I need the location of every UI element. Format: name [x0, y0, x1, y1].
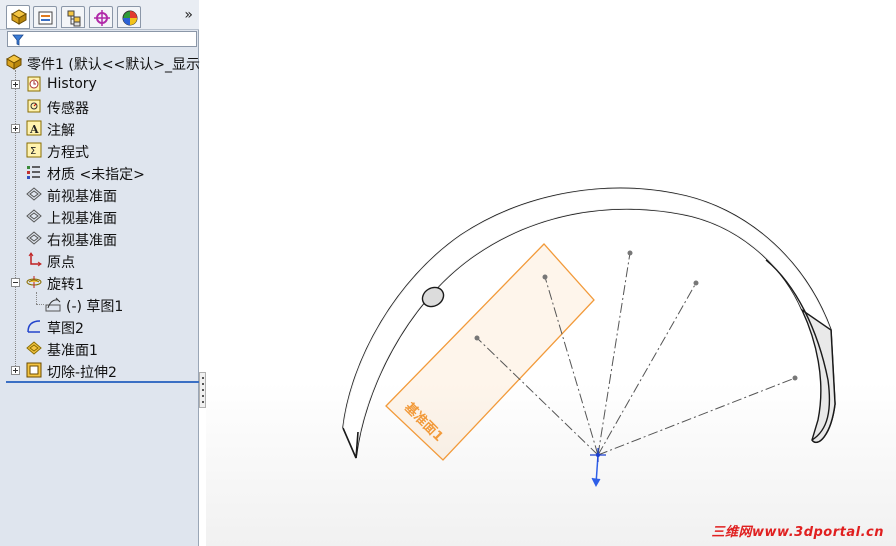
expand-icon[interactable] [11, 366, 20, 375]
tree-item-sketch1[interactable]: (-) 草图1 [0, 293, 199, 315]
tree-item-label: 上视基准面 [47, 211, 117, 227]
expand-icon[interactable] [11, 124, 20, 133]
dimxpert-manager-icon [94, 10, 110, 26]
plane-selected-icon [26, 341, 42, 355]
feature-manager-panel: » 零件1 (默认<<默认>_显示 History 传感器 A 注解 Σ 方程式… [0, 0, 201, 546]
plane1-label: 基准面1 [400, 402, 446, 442]
tree-item-label: 注解 [47, 123, 75, 139]
part-icon [6, 54, 22, 70]
graphics-area[interactable]: 基准面1 三维网www.3dportal.cn [206, 0, 896, 546]
tab-dimxpert-manager[interactable] [89, 6, 113, 28]
expand-icon[interactable] [11, 80, 20, 89]
svg-text:Σ: Σ [30, 146, 36, 157]
collapse-icon[interactable] [11, 278, 20, 287]
equations-icon: Σ [26, 142, 42, 158]
tree-item-annotations[interactable]: A 注解 [0, 117, 199, 139]
tab-configuration-manager[interactable] [61, 6, 85, 28]
tree-item-sketch2[interactable]: 草图2 [0, 315, 199, 337]
tree-filter-field[interactable] [7, 31, 197, 47]
cut-extrude-icon [26, 362, 42, 378]
overflow-chevron-icon[interactable]: » [184, 7, 193, 23]
tab-property-manager[interactable] [33, 6, 57, 28]
plane-icon [26, 209, 42, 223]
tree-item-label: 前视基准面 [47, 189, 117, 205]
tree-item-sensors[interactable]: 传感器 [0, 95, 199, 117]
tree-item-label: 切除-拉伸2 [47, 365, 117, 381]
tree-connector-line [36, 304, 44, 305]
watermark: 三维网www.3dportal.cn [711, 525, 884, 540]
model-view[interactable] [206, 0, 896, 546]
tree-item-cut-extrude2[interactable]: 切除-拉伸2 [0, 359, 199, 381]
revolve-icon [26, 276, 42, 288]
tab-feature-manager[interactable] [6, 5, 30, 29]
sensor-icon [27, 99, 41, 113]
plane-icon [26, 187, 42, 201]
origin-triad-icon [590, 448, 606, 488]
plane-icon [26, 231, 42, 245]
material-icon [27, 166, 40, 179]
tree-item-material[interactable]: 材质 <未指定> [0, 161, 199, 183]
solidworks-window: » 零件1 (默认<<默认>_显示 History 传感器 A 注解 Σ 方程式… [0, 0, 896, 546]
history-icon [27, 76, 41, 92]
tree-item-label: 右视基准面 [47, 233, 117, 249]
plane1-label-box: 基准面1 [400, 402, 446, 442]
feature-manager-icon [10, 9, 28, 25]
svg-text:A: A [29, 123, 39, 136]
tree-root-part[interactable]: 零件1 (默认<<默认>_显示 [0, 51, 201, 73]
tree-item-equations[interactable]: Σ 方程式 [0, 139, 199, 161]
manager-tab-strip: » [0, 0, 199, 30]
property-manager-icon [38, 11, 53, 25]
tree-item-history[interactable]: History [0, 73, 199, 95]
tree-item-label: 材质 <未指定> [47, 167, 145, 183]
tab-display-manager[interactable] [117, 6, 141, 28]
tree-item-origin[interactable]: 原点 [0, 249, 199, 271]
tree-item-label: 旋转1 [47, 277, 84, 293]
display-manager-icon [122, 10, 138, 26]
tree-item-label: 草图2 [47, 321, 84, 337]
sketch-icon [27, 320, 41, 333]
revolved-body-right-face [800, 307, 836, 443]
tree-item-label: 基准面1 [47, 343, 98, 359]
filter-icon [12, 34, 24, 46]
annotations-icon: A [26, 120, 42, 136]
tree-item-front-plane[interactable]: 前视基准面 [0, 183, 199, 205]
sketch-icon [45, 297, 61, 312]
origin-icon [28, 252, 42, 267]
tree-item-top-plane[interactable]: 上视基准面 [0, 205, 199, 227]
tree-item-label: 原点 [47, 255, 75, 271]
tree-item-label: History [47, 76, 97, 92]
tree-item-right-plane[interactable]: 右视基准面 [0, 227, 199, 249]
tree-item-plane1[interactable]: 基准面1 [0, 337, 199, 359]
tree-item-label: (-) 草图1 [66, 299, 124, 315]
rollback-bar[interactable] [6, 381, 199, 383]
tree-item-label: 方程式 [47, 145, 89, 161]
configuration-manager-icon [67, 10, 81, 27]
tree-root-label: 零件1 (默认<<默认>_显示 [27, 57, 201, 73]
panel-splitter-handle[interactable] [199, 372, 206, 408]
tree-item-label: 传感器 [47, 101, 89, 117]
tree-item-revolve1[interactable]: 旋转1 [0, 271, 199, 293]
